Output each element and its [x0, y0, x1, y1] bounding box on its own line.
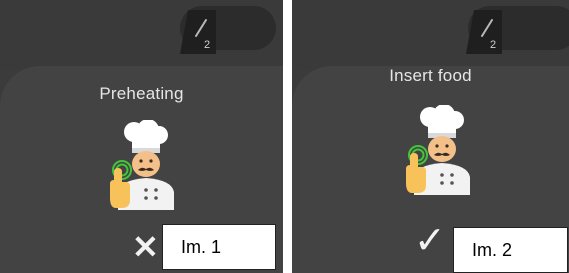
screen-insert-food: 2 Insert food ✓ Im. 2	[292, 0, 569, 273]
close-icon[interactable]: ✕	[132, 231, 159, 263]
step-title: Insert food	[389, 66, 472, 85]
step-title: Preheating	[99, 84, 184, 103]
probe-number: 2	[204, 39, 210, 51]
probe-tab-icon[interactable]: 2	[178, 6, 220, 54]
image-caption: Im. 1	[162, 224, 276, 270]
chef-touch-icon	[110, 120, 174, 210]
probe-tab-icon[interactable]: 2	[464, 6, 506, 54]
checkmark-icon[interactable]: ✓	[414, 222, 446, 260]
probe-number: 2	[490, 39, 496, 51]
screen-preheating: 2 Preheating ✕ Im. 1	[0, 0, 283, 273]
chef-touch-icon	[406, 105, 470, 195]
image-caption: Im. 2	[453, 227, 568, 273]
